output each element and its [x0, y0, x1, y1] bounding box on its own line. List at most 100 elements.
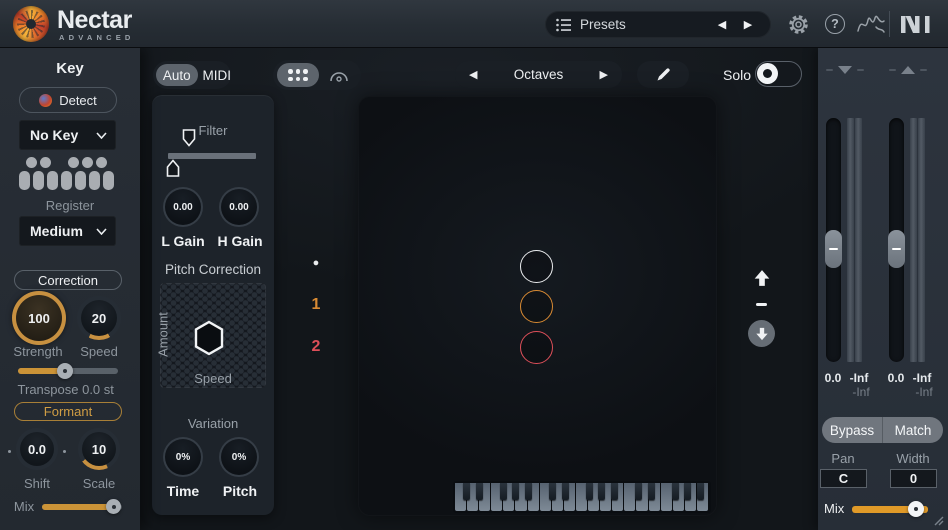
- width-field[interactable]: 0: [890, 469, 937, 488]
- view-prev-button[interactable]: ◀: [469, 68, 477, 81]
- speed-value: 20: [91, 310, 107, 326]
- octave-view-selector[interactable]: ◀ Octaves ▶: [455, 61, 622, 88]
- transpose-slider[interactable]: [18, 363, 118, 379]
- scale-knob[interactable]: 10: [78, 428, 120, 470]
- midi-segment[interactable]: MIDI: [203, 68, 232, 83]
- detect-key-button[interactable]: Detect: [19, 87, 117, 113]
- piano-white-key[interactable]: [660, 483, 672, 511]
- output-mix-handle[interactable]: [908, 501, 924, 517]
- arc-view-icon[interactable]: [328, 67, 350, 83]
- piano-black-key[interactable]: [696, 483, 704, 500]
- piano-black-key[interactable]: [635, 483, 643, 500]
- output-fader-handle[interactable]: [888, 230, 905, 268]
- filter-low-handle[interactable]: [166, 159, 180, 177]
- edit-tool-button[interactable]: [637, 61, 689, 88]
- help-button[interactable]: ?: [823, 0, 847, 48]
- input-meter-icon[interactable]: [826, 66, 864, 74]
- filter-high-handle[interactable]: [182, 129, 196, 147]
- view-next-button[interactable]: ▶: [600, 68, 608, 81]
- variation-time-knob[interactable]: 0%: [163, 437, 203, 477]
- white-key-pill: [75, 171, 86, 190]
- speed-knob[interactable]: 20: [77, 296, 121, 340]
- brand-subtitle: ADVANCED: [59, 33, 135, 42]
- output-mix-label: Mix: [824, 501, 845, 516]
- white-key-pill: [47, 171, 58, 190]
- voice-1-indicator[interactable]: 1: [304, 296, 328, 314]
- pan-field[interactable]: C: [820, 469, 867, 488]
- variation-pitch-knob[interactable]: 0%: [219, 437, 259, 477]
- match-button[interactable]: Match: [883, 417, 943, 443]
- input-peak-value: -Inf: [852, 385, 870, 399]
- register-select[interactable]: Medium: [19, 216, 116, 246]
- preset-prev-button[interactable]: ◀: [711, 11, 733, 38]
- strength-knob[interactable]: 100: [12, 291, 66, 345]
- presets-selector[interactable]: Presets ◀ ▶: [545, 11, 771, 38]
- arrow-down-icon: [755, 327, 768, 340]
- octave-down-button[interactable]: [748, 320, 775, 347]
- bypass-match-group: Bypass Match: [822, 417, 943, 443]
- output-mix-slider[interactable]: [852, 501, 928, 517]
- formant-button[interactable]: Formant: [14, 402, 122, 421]
- sidebar-mix-slider[interactable]: [42, 499, 122, 514]
- correction-section-button[interactable]: Correction: [14, 270, 122, 290]
- voice-2-indicator[interactable]: 2: [304, 338, 328, 356]
- signature-button[interactable]: [855, 0, 887, 48]
- solo-toggle[interactable]: [755, 61, 802, 87]
- l-gain-knob[interactable]: 0.00: [163, 187, 203, 227]
- auto-segment[interactable]: Auto: [156, 64, 198, 86]
- piano-black-key[interactable]: [586, 483, 594, 500]
- filter-slider-track[interactable]: [168, 153, 256, 159]
- piano-black-key[interactable]: [463, 483, 471, 500]
- voice-main-node[interactable]: [520, 250, 553, 283]
- scale-value: 10: [91, 441, 107, 457]
- voice-main-indicator[interactable]: ●: [304, 257, 328, 269]
- sidebar-mix-handle[interactable]: [106, 499, 121, 514]
- output-gain-fader[interactable]: [888, 118, 905, 362]
- piano-black-key[interactable]: [524, 483, 532, 500]
- input-fader-handle[interactable]: [825, 230, 842, 268]
- transpose-slider-handle[interactable]: [57, 363, 73, 379]
- ni-logo-button[interactable]: [899, 0, 935, 48]
- grid-view-button[interactable]: [277, 63, 319, 87]
- piano-black-key[interactable]: [475, 483, 483, 500]
- piano-black-key[interactable]: [561, 483, 569, 500]
- shift-knob[interactable]: 0.0: [8, 428, 66, 470]
- shift-value: 0.0: [27, 441, 47, 457]
- piano-black-key[interactable]: [500, 483, 508, 500]
- piano-black-key[interactable]: [598, 483, 606, 500]
- variation-label: Variation: [187, 416, 239, 431]
- topbar-divider: [889, 11, 890, 37]
- preset-next-button[interactable]: ▶: [737, 11, 759, 38]
- piano-white-key[interactable]: [624, 483, 636, 511]
- piano-black-key[interactable]: [549, 483, 557, 500]
- chevron-down-icon: [96, 131, 107, 139]
- input-gain-fader[interactable]: [825, 118, 842, 362]
- octave-up-button[interactable]: [753, 269, 771, 287]
- top-bar: Nectar ADVANCED Presets ◀ ▶ ?: [0, 0, 948, 48]
- octave-reset-button[interactable]: [756, 303, 767, 306]
- piano-black-key[interactable]: [684, 483, 692, 500]
- auto-midi-toggle[interactable]: Auto MIDI: [153, 61, 231, 89]
- xy-pad-hexagon-handle[interactable]: [193, 320, 225, 356]
- h-gain-knob[interactable]: 0.00: [219, 187, 259, 227]
- resize-handle[interactable]: [932, 514, 944, 526]
- key-sidebar: Key Detect No Key Register Medium Correc…: [0, 48, 140, 530]
- bypass-button[interactable]: Bypass: [822, 417, 883, 443]
- scale-label: Scale: [82, 476, 116, 491]
- voice-2-node[interactable]: [520, 331, 553, 364]
- output-meter-right: [918, 118, 925, 362]
- piano-black-key[interactable]: [512, 483, 520, 500]
- key-select[interactable]: No Key: [19, 120, 116, 150]
- piano-black-key[interactable]: [672, 483, 680, 500]
- pitch-display-panel[interactable]: [358, 96, 717, 516]
- pitch-correction-xy-pad[interactable]: Amount Speed: [156, 283, 266, 388]
- view-mode-toggle[interactable]: [273, 60, 361, 90]
- voice-1-node[interactable]: [520, 290, 553, 323]
- piano-black-key[interactable]: [647, 483, 655, 500]
- settings-button[interactable]: [786, 0, 810, 48]
- key-section-title: Key: [56, 60, 84, 77]
- h-gain-value: 0.00: [229, 201, 249, 213]
- output-peak-value: -Inf: [915, 385, 933, 399]
- piano-black-key[interactable]: [610, 483, 618, 500]
- output-meter-icon[interactable]: [889, 66, 927, 74]
